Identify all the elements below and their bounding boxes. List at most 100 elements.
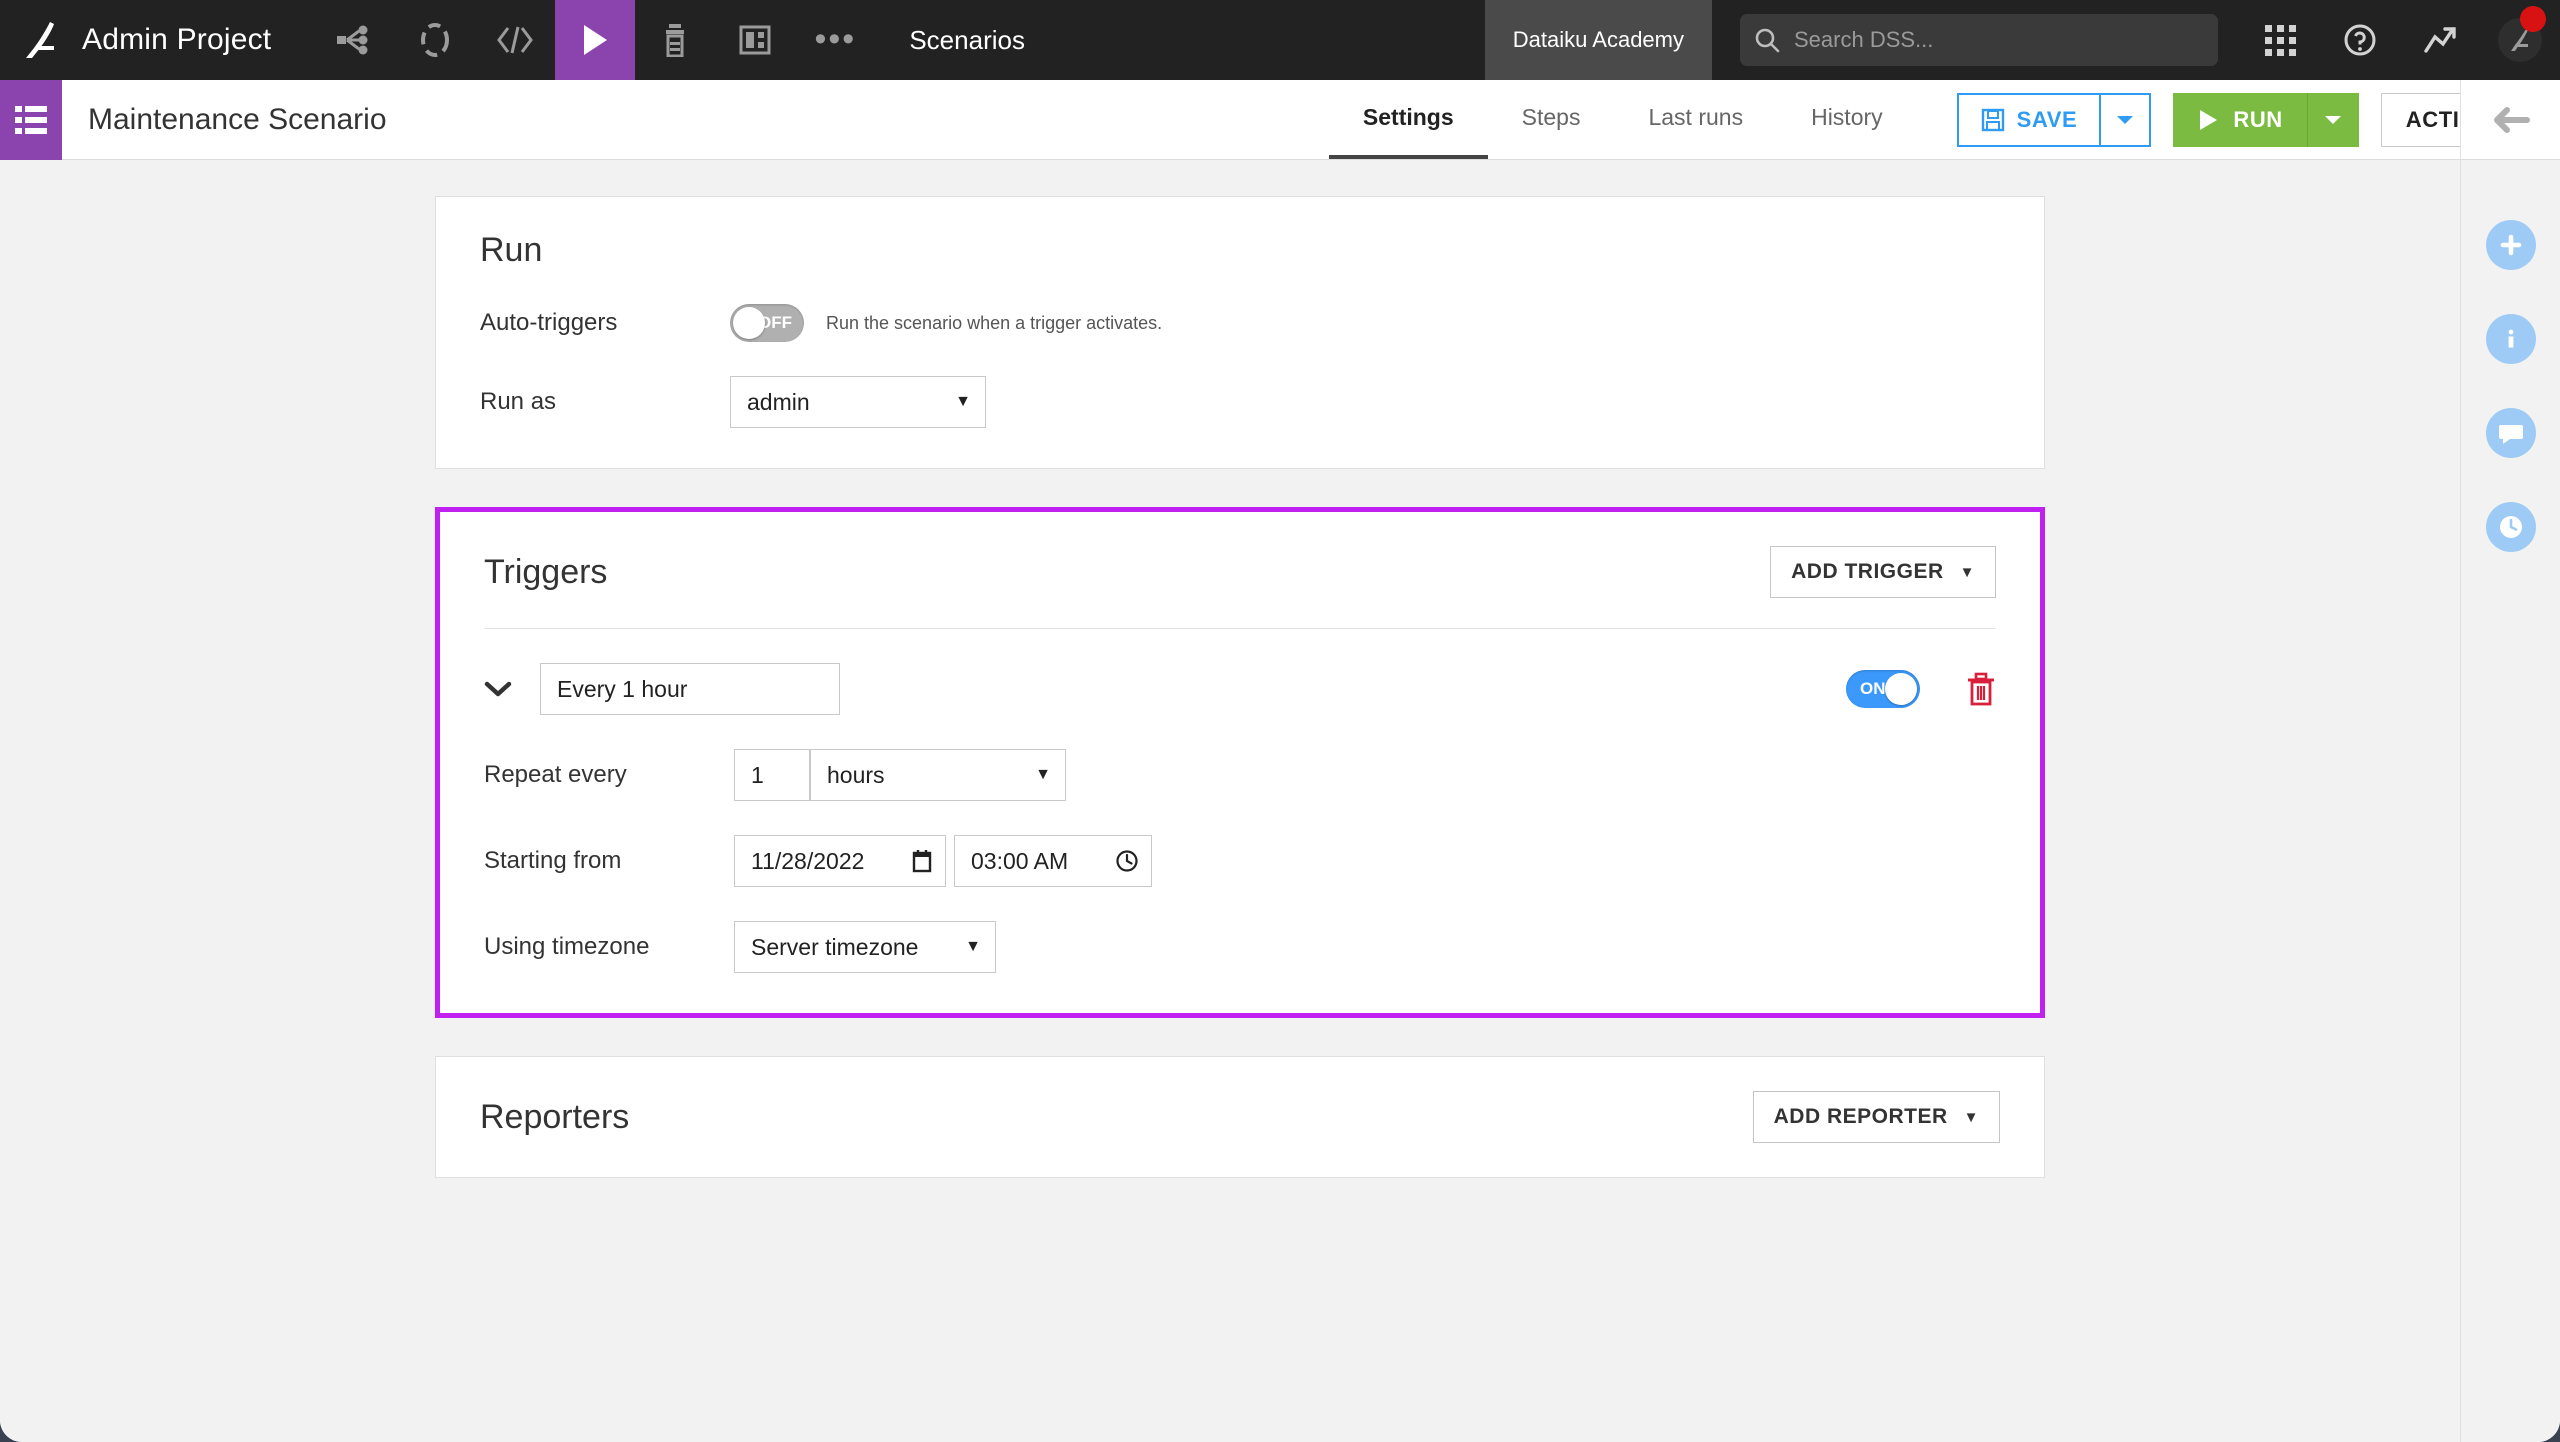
nav-dashboards-icon-button[interactable]	[715, 0, 795, 80]
trigger-expand-button[interactable]	[484, 680, 540, 698]
add-item-button[interactable]	[2486, 220, 2536, 270]
add-trigger-label: ADD TRIGGER	[1791, 560, 1944, 584]
play-icon	[2197, 108, 2219, 132]
info-icon	[2497, 325, 2525, 353]
run-panel-title: Run	[480, 231, 542, 270]
section-label-text: Scenarios	[909, 25, 1025, 56]
reporters-panel-header: Reporters ADD REPORTER ▼	[480, 1091, 2000, 1143]
code-icon	[495, 25, 535, 55]
chevron-down-icon: ▼	[965, 938, 981, 956]
auto-triggers-label: Auto-triggers	[480, 309, 730, 337]
nav-lab-icon-button[interactable]	[395, 0, 475, 80]
chevron-down-icon	[484, 680, 512, 698]
settings-scroll-area[interactable]: Run Auto-triggers OFF Run the scenario w…	[20, 160, 2460, 1442]
run-panel: Run Auto-triggers OFF Run the scenario w…	[435, 196, 2045, 469]
collapse-right-panel-button[interactable]	[2460, 80, 2560, 160]
subheader-spacer	[387, 80, 1329, 159]
chevron-down-icon: ▼	[1964, 1109, 1979, 1126]
help-button[interactable]	[2320, 0, 2400, 80]
run-panel-inner: Run Auto-triggers OFF Run the scenario w…	[436, 197, 2044, 468]
run-as-row: Run as admin ▼	[480, 376, 2000, 428]
run-as-value: admin	[747, 389, 810, 416]
toggle-knob	[733, 307, 765, 339]
apps-grid-button[interactable]	[2240, 0, 2320, 80]
run-button-label: RUN	[2233, 107, 2282, 133]
lab-icon	[419, 23, 451, 57]
search-input[interactable]: Search DSS...	[1740, 14, 2218, 66]
clock-icon	[1115, 849, 1139, 873]
delete-trigger-button[interactable]	[1966, 672, 1996, 706]
jobs-icon	[660, 23, 690, 57]
tab-settings[interactable]: Settings	[1329, 80, 1488, 159]
repeat-every-label: Repeat every	[484, 761, 734, 789]
section-label: Scenarios	[875, 0, 1055, 80]
run-dropdown-button[interactable]	[2307, 93, 2359, 147]
dataiku-academy-button[interactable]: Dataiku Academy	[1485, 0, 1712, 80]
run-as-select[interactable]: admin ▼	[730, 376, 986, 428]
save-dropdown-button[interactable]	[2099, 93, 2151, 147]
triggers-divider	[484, 628, 1996, 629]
topbar-spacer	[1055, 0, 1485, 80]
repeat-every-value-input[interactable]	[734, 749, 810, 801]
help-icon	[2343, 23, 2377, 57]
repeat-unit-value: hours	[827, 762, 885, 789]
trigger-enable-toggle[interactable]: ON	[1846, 670, 1920, 708]
academy-label: Dataiku Academy	[1513, 27, 1684, 53]
run-button[interactable]: RUN	[2173, 93, 2306, 147]
chevron-down-icon: ▼	[1960, 564, 1975, 581]
dataiku-home-link[interactable]	[0, 0, 82, 80]
activity-trend-button[interactable]	[2400, 0, 2480, 80]
browser-window: Admin Project	[0, 0, 2560, 1442]
flow-icon	[337, 25, 373, 55]
project-name-label: Admin Project	[82, 23, 271, 57]
nav-flow-icon-button[interactable]	[315, 0, 395, 80]
auto-triggers-hint: Run the scenario when a trigger activate…	[826, 313, 1162, 334]
search-icon	[1754, 27, 1780, 53]
tab-steps-label: Steps	[1522, 104, 1581, 131]
add-trigger-button[interactable]: ADD TRIGGER ▼	[1770, 546, 1996, 598]
history-clock-icon	[2497, 513, 2525, 541]
nav-more-button[interactable]: •••	[795, 0, 875, 80]
trigger-name-input[interactable]	[540, 663, 840, 715]
nav-code-icon-button[interactable]	[475, 0, 555, 80]
tab-steps[interactable]: Steps	[1488, 80, 1615, 159]
discussions-icon	[2497, 419, 2525, 447]
user-avatar-button[interactable]	[2480, 0, 2560, 80]
left-rail	[0, 160, 20, 1442]
history-button[interactable]	[2486, 502, 2536, 552]
top-navigation-bar: Admin Project	[0, 0, 2560, 80]
triggers-panel-header: Triggers ADD TRIGGER ▼	[484, 546, 1996, 598]
scenario-type-icon-box	[0, 80, 62, 160]
save-button[interactable]: SAVE	[1957, 93, 2100, 147]
search-placeholder: Search DSS...	[1794, 27, 1933, 53]
tab-history[interactable]: History	[1777, 80, 1917, 159]
tab-last-runs[interactable]: Last runs	[1614, 80, 1777, 159]
starting-time-input[interactable]: 03:00 AM	[954, 835, 1152, 887]
timezone-select[interactable]: Server timezone ▼	[734, 921, 996, 973]
more-dots-icon: •••	[814, 33, 856, 47]
starting-date-value: 11/28/2022	[751, 848, 864, 875]
auto-triggers-toggle[interactable]: OFF	[730, 304, 804, 342]
add-icon	[2497, 231, 2525, 259]
repeat-unit-select[interactable]: hours ▼	[810, 749, 1066, 801]
nav-scenarios-icon-button[interactable]	[555, 0, 635, 80]
auto-triggers-row: Auto-triggers OFF Run the scenario when …	[480, 304, 2000, 342]
timezone-label: Using timezone	[484, 933, 734, 961]
starting-time-value: 03:00 AM	[971, 848, 1068, 875]
project-name-link[interactable]: Admin Project	[82, 0, 315, 80]
page-title-text: Maintenance Scenario	[88, 103, 387, 137]
starting-date-input[interactable]: 11/28/2022	[734, 835, 946, 887]
discussions-button[interactable]	[2486, 408, 2536, 458]
tab-history-label: History	[1811, 104, 1883, 131]
floppy-disk-icon	[1981, 108, 2005, 132]
starting-from-row: Starting from 11/28/2022 03:00 AM	[484, 835, 1996, 887]
calendar-icon	[911, 849, 933, 873]
nav-jobs-icon-button[interactable]	[635, 0, 715, 80]
scenario-tabs: Settings Steps Last runs History	[1329, 80, 1917, 159]
triggers-panel: Triggers ADD TRIGGER ▼	[435, 507, 2045, 1018]
run-as-label: Run as	[480, 388, 730, 416]
add-reporter-button[interactable]: ADD REPORTER ▼	[1753, 1091, 2000, 1143]
scenario-list-icon	[14, 105, 48, 135]
dataiku-bird-logo	[24, 20, 58, 60]
details-info-button[interactable]	[2486, 314, 2536, 364]
